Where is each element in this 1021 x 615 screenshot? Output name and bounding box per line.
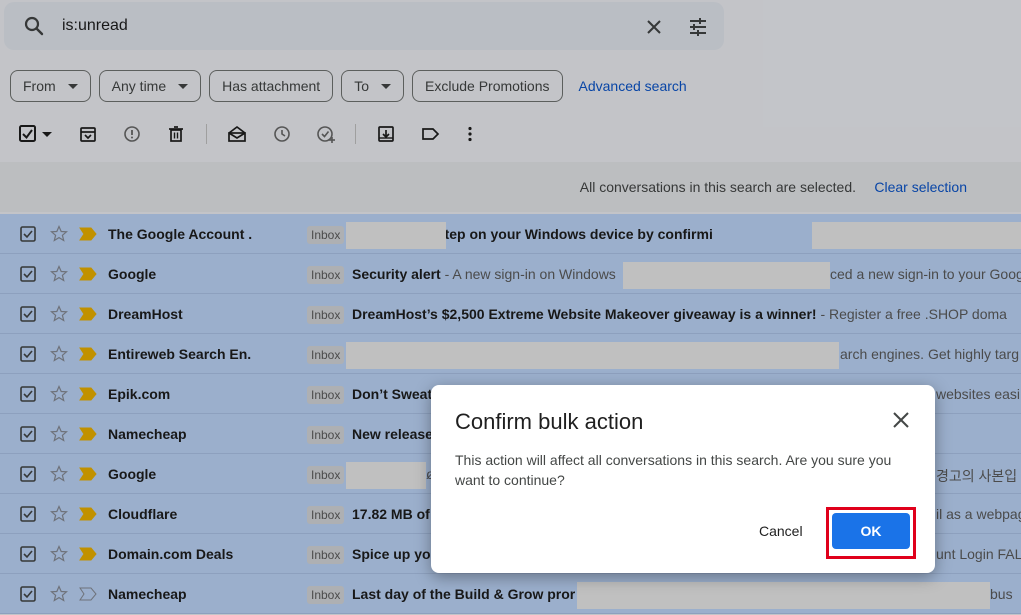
confirm-bulk-action-dialog: Confirm bulk action This action will aff…: [431, 385, 935, 573]
dialog-title: Confirm bulk action: [455, 409, 644, 434]
close-icon[interactable]: [891, 410, 911, 430]
ok-button[interactable]: OK: [832, 513, 910, 549]
dialog-message: This action will affect all conversation…: [455, 452, 892, 488]
cancel-button[interactable]: Cancel: [751, 521, 811, 541]
